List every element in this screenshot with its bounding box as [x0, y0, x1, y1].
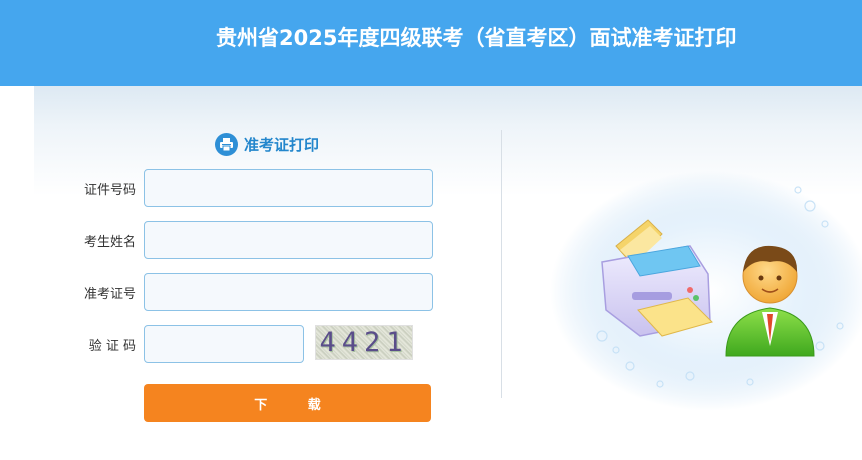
captcha-code: 4421	[319, 327, 409, 358]
form-title: 准考证打印	[215, 132, 319, 156]
printer-icon	[215, 132, 238, 156]
candidate-name-input[interactable]	[144, 221, 433, 259]
download-button[interactable]: 下 载	[144, 384, 431, 422]
captcha-label: 验 证 码	[88, 339, 136, 354]
admission-number-label: 准考证号	[83, 287, 136, 302]
admission-number-input[interactable]	[144, 273, 433, 311]
captcha-input[interactable]	[144, 325, 304, 363]
candidate-name-label: 考生姓名	[83, 235, 136, 250]
panel-left-margin	[0, 86, 34, 460]
captcha-image[interactable]: 4421	[315, 325, 413, 360]
id-number-label: 证件号码	[83, 183, 136, 198]
printer-and-user-illustration	[550, 171, 862, 411]
page-title: 贵州省2025年度四级联考（省直考区）面试准考证打印	[216, 26, 737, 50]
form-title-text: 准考证打印	[244, 135, 320, 154]
id-number-input[interactable]	[144, 169, 433, 207]
vertical-divider	[501, 130, 502, 398]
page-body: 准考证打印 证件号码 考生姓名 准考证号 验 证 码 4421 下 载	[0, 86, 862, 460]
page-header: 贵州省2025年度四级联考（省直考区）面试准考证打印	[0, 0, 862, 86]
